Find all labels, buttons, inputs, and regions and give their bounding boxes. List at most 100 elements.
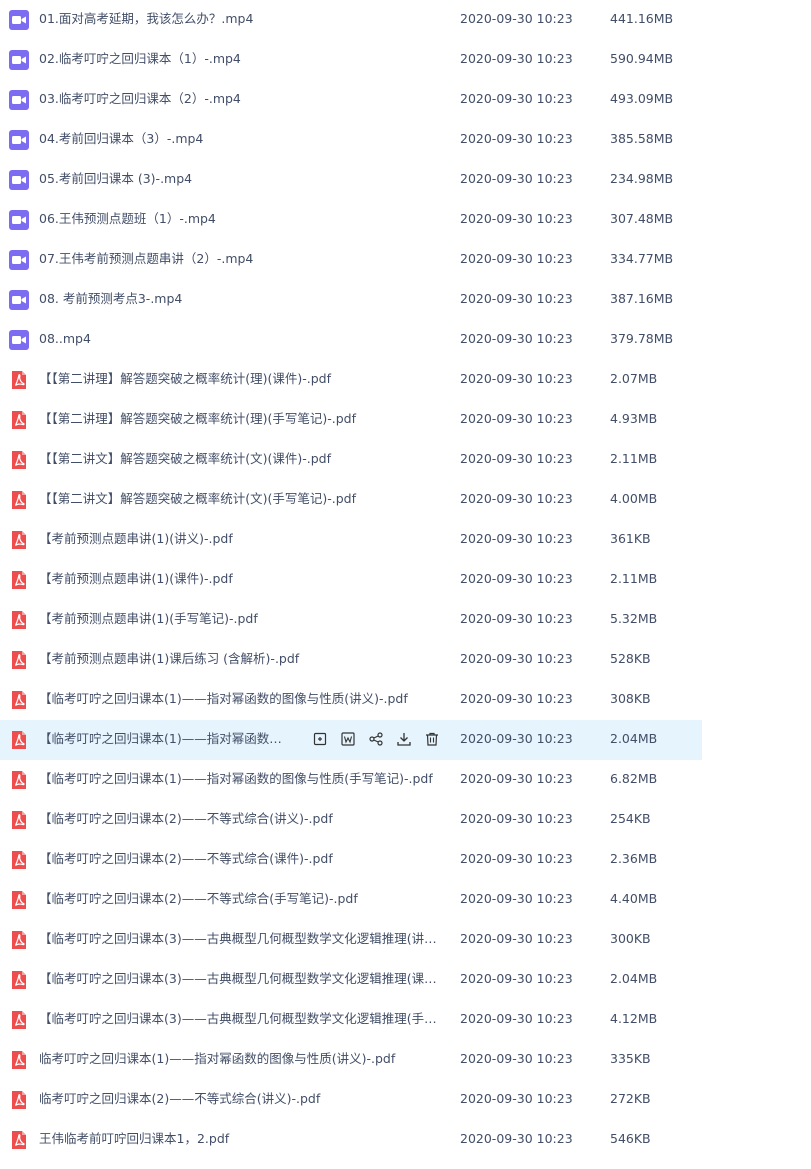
file-name[interactable]: 【考前预测点题串讲(1)课后练习 (含解析)-.pdf bbox=[39, 640, 449, 678]
file-name[interactable]: 【考前预测点题串讲(1)(讲义)-.pdf bbox=[39, 520, 449, 558]
file-date: 2020-09-30 10:23 bbox=[460, 491, 573, 506]
wps-icon[interactable] bbox=[338, 729, 358, 749]
pdf-file-icon bbox=[9, 450, 29, 470]
file-name[interactable]: 03.临考叮咛之回归课本（2）-.mp4 bbox=[39, 80, 449, 118]
file-row[interactable]: 【临考叮咛之回归课本(3)——古典概型几何概型数学文化逻辑推理(手写笔... 2… bbox=[0, 1000, 811, 1040]
file-name[interactable]: 06.王伟预测点题班（1）-.mp4 bbox=[39, 200, 449, 238]
file-row[interactable]: 【【第二讲文】解答题突破之概率统计(文)(课件)-.pdf 2020-09-30… bbox=[0, 440, 811, 480]
file-name[interactable]: 【临考叮咛之回归课本(1)——指对幂函数的图... bbox=[39, 720, 294, 758]
file-row[interactable]: 【临考叮咛之回归课本(2)——不等式综合(讲义)-.pdf 2020-09-30… bbox=[0, 800, 811, 840]
pdf-file-icon bbox=[9, 690, 29, 710]
file-size: 2.07MB bbox=[610, 371, 658, 386]
file-name[interactable]: 02.临考叮咛之回归课本（1）-.mp4 bbox=[39, 40, 449, 78]
file-date: 2020-09-30 10:23 bbox=[460, 251, 573, 266]
file-date: 2020-09-30 10:23 bbox=[460, 891, 573, 906]
file-row[interactable]: 【临考叮咛之回归课本(1)——指对幂函数的图像与性质(手写笔记)-.pdf 20… bbox=[0, 760, 811, 800]
file-name[interactable]: 01.面对高考延期，我该怎么办？.mp4 bbox=[39, 0, 449, 38]
file-size: 528KB bbox=[610, 651, 651, 666]
file-date: 2020-09-30 10:23 bbox=[460, 291, 573, 306]
file-size: 2.04MB bbox=[610, 731, 658, 746]
file-name[interactable]: 【考前预测点题串讲(1)(课件)-.pdf bbox=[39, 560, 449, 598]
file-name[interactable]: 【临考叮咛之回归课本(2)——不等式综合(手写笔记)-.pdf bbox=[39, 880, 449, 918]
file-date: 2020-09-30 10:23 bbox=[460, 811, 573, 826]
file-row[interactable]: 07.王伟考前预测点题串讲（2）-.mp4 2020-09-30 10:23 3… bbox=[0, 240, 811, 280]
file-size: 4.12MB bbox=[610, 1011, 658, 1026]
file-name[interactable]: 临考叮咛之回归课本(2)——不等式综合(讲义)-.pdf bbox=[39, 1080, 449, 1118]
video-file-icon bbox=[9, 50, 29, 70]
file-name[interactable]: 08..mp4 bbox=[39, 320, 449, 358]
file-date: 2020-09-30 10:23 bbox=[460, 131, 573, 146]
file-name[interactable]: 【考前预测点题串讲(1)(手写笔记)-.pdf bbox=[39, 600, 449, 638]
pdf-file-icon bbox=[9, 570, 29, 590]
file-size: 590.94MB bbox=[610, 51, 674, 66]
video-file-icon bbox=[9, 130, 29, 150]
file-date: 2020-09-30 10:23 bbox=[460, 331, 573, 346]
video-file-icon bbox=[9, 290, 29, 310]
file-date: 2020-09-30 10:23 bbox=[460, 211, 573, 226]
file-row[interactable]: 【考前预测点题串讲(1)课后练习 (含解析)-.pdf 2020-09-30 1… bbox=[0, 640, 811, 680]
file-date: 2020-09-30 10:23 bbox=[460, 1091, 573, 1106]
open-icon[interactable] bbox=[310, 729, 330, 749]
pdf-file-icon bbox=[9, 610, 29, 630]
file-size: 334.77MB bbox=[610, 251, 674, 266]
file-name[interactable]: 【临考叮咛之回归课本(3)——古典概型几何概型数学文化逻辑推理(手写笔... bbox=[39, 1000, 449, 1038]
video-file-icon bbox=[9, 210, 29, 230]
file-row[interactable]: 【临考叮咛之回归课本(2)——不等式综合(课件)-.pdf 2020-09-30… bbox=[0, 840, 811, 880]
file-name[interactable]: 【临考叮咛之回归课本(1)——指对幂函数的图像与性质(讲义)-.pdf bbox=[39, 680, 449, 718]
file-row[interactable]: 【临考叮咛之回归课本(3)——古典概型几何概型数学文化逻辑推理(讲义)-....… bbox=[0, 920, 811, 960]
file-row[interactable]: 【临考叮咛之回归课本(2)——不等式综合(手写笔记)-.pdf 2020-09-… bbox=[0, 880, 811, 920]
file-row[interactable]: 【考前预测点题串讲(1)(课件)-.pdf 2020-09-30 10:23 2… bbox=[0, 560, 811, 600]
pdf-file-icon bbox=[9, 930, 29, 950]
file-size: 335KB bbox=[610, 1051, 651, 1066]
file-row[interactable]: 临考叮咛之回归课本(2)——不等式综合(讲义)-.pdf 2020-09-30 … bbox=[0, 1080, 811, 1120]
file-row[interactable]: 03.临考叮咛之回归课本（2）-.mp4 2020-09-30 10:23 49… bbox=[0, 80, 811, 120]
file-row[interactable]: 06.王伟预测点题班（1）-.mp4 2020-09-30 10:23 307.… bbox=[0, 200, 811, 240]
file-date: 2020-09-30 10:23 bbox=[460, 971, 573, 986]
file-row[interactable]: 01.面对高考延期，我该怎么办？.mp4 2020-09-30 10:23 44… bbox=[0, 0, 811, 40]
file-name[interactable]: 王伟临考前叮咛回归课本1，2.pdf bbox=[39, 1120, 449, 1158]
file-row[interactable]: 王伟临考前叮咛回归课本1，2.pdf 2020-09-30 10:23 546K… bbox=[0, 1120, 811, 1160]
video-file-icon bbox=[9, 250, 29, 270]
file-row[interactable]: 05.考前回归课本 (3)-.mp4 2020-09-30 10:23 234.… bbox=[0, 160, 811, 200]
file-name[interactable]: 04.考前回归课本（3）-.mp4 bbox=[39, 120, 449, 158]
file-row[interactable]: 02.临考叮咛之回归课本（1）-.mp4 2020-09-30 10:23 59… bbox=[0, 40, 811, 80]
file-row[interactable]: 08..mp4 2020-09-30 10:23 379.78MB bbox=[0, 320, 811, 360]
file-row[interactable]: 【考前预测点题串讲(1)(讲义)-.pdf 2020-09-30 10:23 3… bbox=[0, 520, 811, 560]
file-name[interactable]: 【【第二讲理】解答题突破之概率统计(理)(手写笔记)-.pdf bbox=[39, 400, 449, 438]
file-row[interactable]: 【临考叮咛之回归课本(3)——古典概型几何概型数学文化逻辑推理(课件)-....… bbox=[0, 960, 811, 1000]
file-list: 01.面对高考延期，我该怎么办？.mp4 2020-09-30 10:23 44… bbox=[0, 0, 811, 1160]
file-date: 2020-09-30 10:23 bbox=[460, 411, 573, 426]
file-row[interactable]: 04.考前回归课本（3）-.mp4 2020-09-30 10:23 385.5… bbox=[0, 120, 811, 160]
download-icon[interactable] bbox=[394, 729, 414, 749]
file-row[interactable]: 08. 考前预测考点3-.mp4 2020-09-30 10:23 387.16… bbox=[0, 280, 811, 320]
file-row[interactable]: 【【第二讲文】解答题突破之概率统计(文)(手写笔记)-.pdf 2020-09-… bbox=[0, 480, 811, 520]
file-name[interactable]: 【【第二讲文】解答题突破之概率统计(文)(课件)-.pdf bbox=[39, 440, 449, 478]
file-row[interactable]: 【临考叮咛之回归课本(1)——指对幂函数的图像与性质(讲义)-.pdf 2020… bbox=[0, 680, 811, 720]
row-actions bbox=[310, 729, 442, 749]
delete-icon[interactable] bbox=[422, 729, 442, 749]
video-file-icon bbox=[9, 10, 29, 30]
file-name[interactable]: 08. 考前预测考点3-.mp4 bbox=[39, 280, 449, 318]
video-file-icon bbox=[9, 90, 29, 110]
file-name[interactable]: 【【第二讲理】解答题突破之概率统计(理)(课件)-.pdf bbox=[39, 360, 449, 398]
file-name[interactable]: 【临考叮咛之回归课本(3)——古典概型几何概型数学文化逻辑推理(课件)-.... bbox=[39, 960, 449, 998]
file-date: 2020-09-30 10:23 bbox=[460, 1051, 573, 1066]
file-name[interactable]: 【临考叮咛之回归课本(1)——指对幂函数的图像与性质(手写笔记)-.pdf bbox=[39, 760, 449, 798]
file-name[interactable]: 【临考叮咛之回归课本(2)——不等式综合(讲义)-.pdf bbox=[39, 800, 449, 838]
file-row[interactable]: 临考叮咛之回归课本(1)——指对幂函数的图像与性质(讲义)-.pdf 2020-… bbox=[0, 1040, 811, 1080]
file-name[interactable]: 【临考叮咛之回归课本(2)——不等式综合(课件)-.pdf bbox=[39, 840, 449, 878]
file-name[interactable]: 05.考前回归课本 (3)-.mp4 bbox=[39, 160, 449, 198]
file-row[interactable]: 【【第二讲理】解答题突破之概率统计(理)(手写笔记)-.pdf 2020-09-… bbox=[0, 400, 811, 440]
file-name[interactable]: 临考叮咛之回归课本(1)——指对幂函数的图像与性质(讲义)-.pdf bbox=[39, 1040, 449, 1078]
file-name[interactable]: 07.王伟考前预测点题串讲（2）-.mp4 bbox=[39, 240, 449, 278]
file-row[interactable]: 【考前预测点题串讲(1)(手写笔记)-.pdf 2020-09-30 10:23… bbox=[0, 600, 811, 640]
file-row[interactable]: 【【第二讲理】解答题突破之概率统计(理)(课件)-.pdf 2020-09-30… bbox=[0, 360, 811, 400]
file-name[interactable]: 【临考叮咛之回归课本(3)——古典概型几何概型数学文化逻辑推理(讲义)-.... bbox=[39, 920, 449, 958]
file-size: 4.00MB bbox=[610, 491, 658, 506]
file-name[interactable]: 【【第二讲文】解答题突破之概率统计(文)(手写笔记)-.pdf bbox=[39, 480, 449, 518]
pdf-file-icon bbox=[9, 490, 29, 510]
pdf-file-icon bbox=[9, 890, 29, 910]
file-date: 2020-09-30 10:23 bbox=[460, 851, 573, 866]
file-row[interactable]: 【临考叮咛之回归课本(1)——指对幂函数的图... 2020-09-30 10:… bbox=[0, 720, 702, 760]
share-icon[interactable] bbox=[366, 729, 386, 749]
